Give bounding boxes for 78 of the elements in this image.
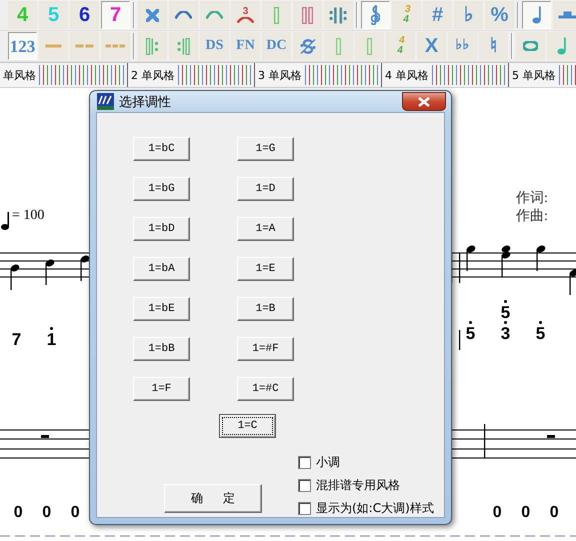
app-icon xyxy=(97,93,114,110)
tool-button[interactable] xyxy=(138,1,167,29)
key-button[interactable]: 1=E xyxy=(237,257,294,281)
key-button[interactable]: 1=bC xyxy=(133,137,190,161)
tool-button[interactable] xyxy=(101,32,130,60)
note-icon xyxy=(10,264,20,290)
checkbox-label: 小调 xyxy=(316,454,340,471)
checkbox-label: 混排谱专用风格 xyxy=(316,477,400,494)
jianpu-note: 1 xyxy=(46,331,56,348)
tool-button[interactable] xyxy=(138,32,167,60)
note-icon xyxy=(466,246,476,271)
measure-label: 4 单风格 xyxy=(384,68,430,82)
jianpu-note: 7 xyxy=(12,331,22,348)
tool-button[interactable] xyxy=(553,1,576,29)
tool-button[interactable] xyxy=(169,1,198,29)
jianpu-rest: 0 xyxy=(70,504,81,522)
key-button[interactable]: 1=B xyxy=(237,297,294,321)
key-button[interactable]: 1=bE xyxy=(133,297,190,321)
tool-button[interactable] xyxy=(169,32,198,60)
key-button[interactable]: 1=G xyxy=(237,137,294,161)
key-button[interactable]: 1=bD xyxy=(133,217,190,241)
tool-button[interactable] xyxy=(516,32,545,60)
tool-button[interactable] xyxy=(200,1,229,29)
tool-button[interactable] xyxy=(293,1,322,29)
key-button[interactable]: 1=bG xyxy=(133,177,190,201)
tool-button[interactable] xyxy=(324,32,353,60)
tempo-mark: = 100 xyxy=(12,208,44,224)
jianpu-note: 3 xyxy=(500,325,510,342)
jianpu-note: 5 xyxy=(500,304,510,321)
tool-button[interactable]: 6 xyxy=(70,1,99,29)
key-button[interactable]: 1=A xyxy=(237,217,294,241)
window-title: 选择调性 xyxy=(119,94,171,110)
credit-label: 作词: xyxy=(516,190,548,207)
measure-label: 2 单风格 xyxy=(130,68,176,82)
tool-button[interactable] xyxy=(355,32,384,60)
credit-label: 作曲: xyxy=(516,208,548,225)
jianpu-rest: 0 xyxy=(492,504,503,522)
jianpu-rest: 0 xyxy=(12,504,24,522)
tool-button[interactable] xyxy=(522,1,551,29)
key-button[interactable]: 1=C xyxy=(219,414,276,438)
checkbox[interactable] xyxy=(298,456,311,469)
key-button[interactable]: 1=#C xyxy=(237,377,294,401)
note-icon xyxy=(80,256,90,281)
bar-line xyxy=(459,330,460,350)
tool-button[interactable] xyxy=(547,32,576,60)
jianpu-rest: 0 xyxy=(548,504,560,522)
key-button[interactable]: 1=F xyxy=(133,377,190,401)
key-button[interactable]: 1=bA xyxy=(133,257,190,281)
note-icon xyxy=(46,260,54,285)
jianpu-note: 5 xyxy=(536,325,546,342)
checkbox-label: 显示为(如:C大调)样式 xyxy=(316,500,434,517)
checkbox[interactable] xyxy=(298,502,311,515)
checkbox[interactable] xyxy=(298,479,311,492)
ok-button[interactable]: 确 定 xyxy=(164,484,262,513)
close-icon xyxy=(418,96,430,106)
tool-button[interactable] xyxy=(293,32,322,60)
key-button[interactable]: 1=bB xyxy=(133,337,190,361)
tool-button[interactable] xyxy=(70,32,99,60)
tool-button[interactable] xyxy=(324,1,353,29)
jianpu-note: 5 xyxy=(466,325,476,342)
jianpu-rest: 0 xyxy=(520,504,532,522)
tool-button[interactable] xyxy=(39,32,68,60)
tool-button[interactable]: 3 xyxy=(231,1,260,29)
measure-label: 5 单风格 xyxy=(511,68,556,82)
measure-label: 单风格 xyxy=(2,68,37,82)
note-icon xyxy=(570,270,576,295)
quarter-note-icon xyxy=(1,212,9,230)
bar-line xyxy=(484,424,486,458)
rest-mark xyxy=(547,435,555,438)
tool-button[interactable] xyxy=(361,1,390,29)
close-button[interactable] xyxy=(402,92,446,111)
key-button[interactable]: 1=D xyxy=(237,177,294,201)
rest-mark xyxy=(41,435,49,438)
tool-button[interactable] xyxy=(262,1,291,29)
key-button[interactable]: 1=#F xyxy=(237,337,294,361)
jianpu-rest: 0 xyxy=(41,504,52,522)
note-icon xyxy=(536,246,546,271)
measure-label: 3 单风格 xyxy=(257,68,302,82)
